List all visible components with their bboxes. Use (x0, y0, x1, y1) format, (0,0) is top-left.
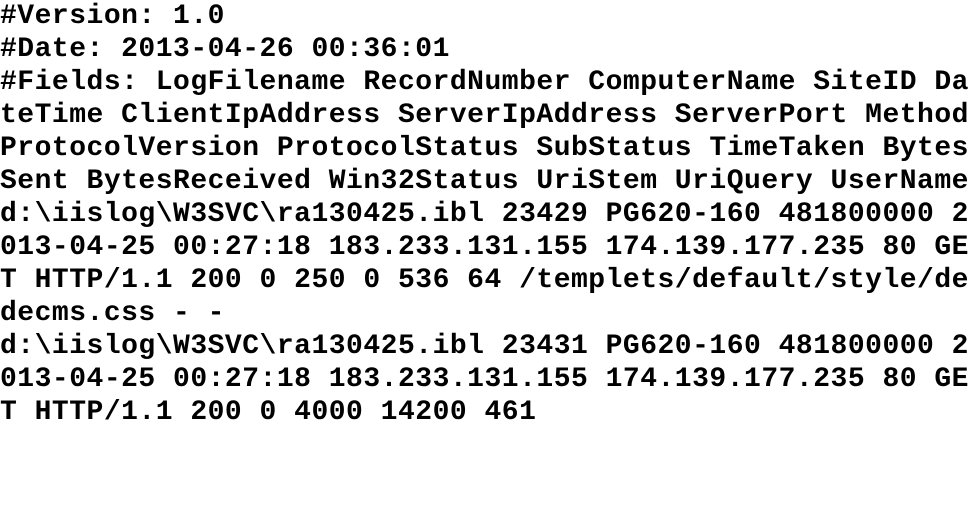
iis-log-text: #Version: 1.0 #Date: 2013-04-26 00:36:01… (0, 0, 975, 429)
log-line: d:\iislog\W3SVC\ra130425.ibl 23431 PG620… (0, 331, 969, 428)
log-line: #Date: 2013-04-26 00:36:01 (0, 34, 450, 65)
log-line: #Version: 1.0 (0, 1, 225, 32)
log-line: d:\iislog\W3SVC\ra130425.ibl 23429 PG620… (0, 199, 969, 329)
log-line: #Fields: LogFilename RecordNumber Comput… (0, 67, 975, 197)
